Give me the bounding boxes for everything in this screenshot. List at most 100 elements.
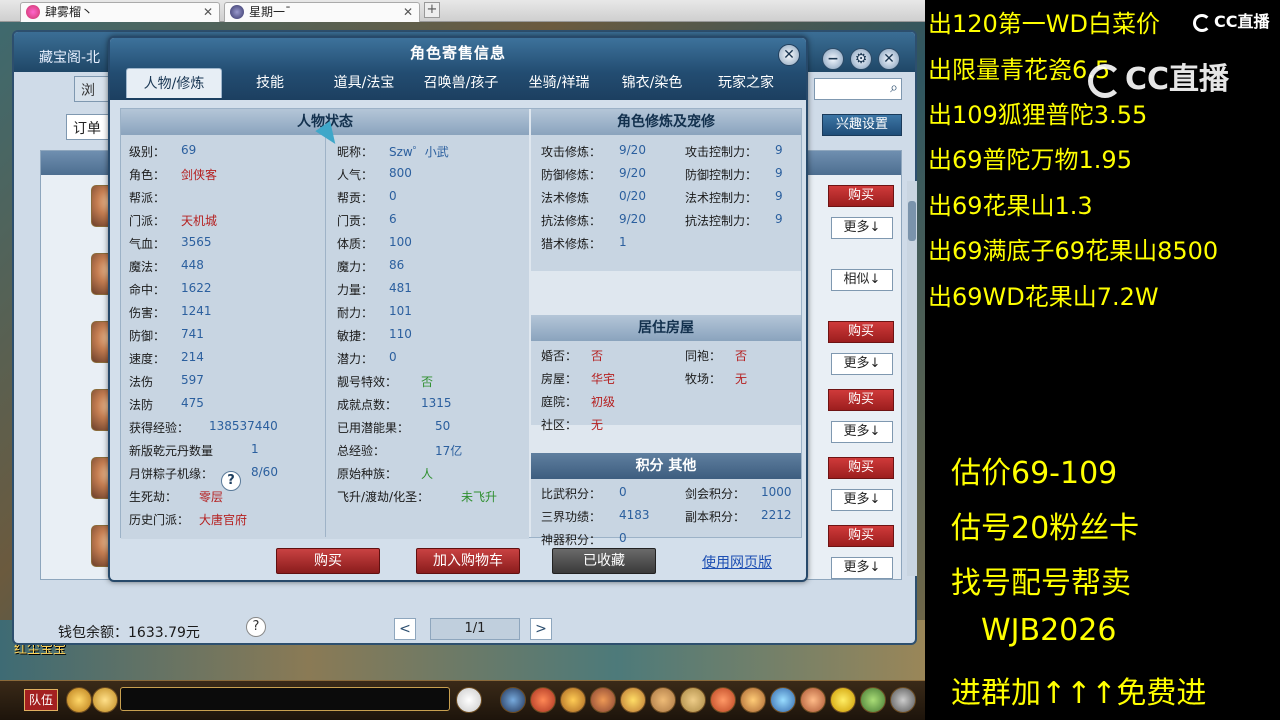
stat-value: 50	[435, 419, 451, 433]
stat-label: 耐力：	[337, 306, 374, 320]
buy-button[interactable]: 购买	[828, 457, 894, 479]
more-button[interactable]: 更多↓	[831, 353, 893, 375]
stat-value: 69	[181, 143, 197, 157]
stat-value: 8/60	[251, 465, 278, 479]
gift-icon[interactable]	[650, 687, 676, 713]
browser-tab-title: 肆雾榴丶	[45, 5, 94, 19]
stat-value: 597	[181, 373, 204, 387]
cc-logo-text: CC直播	[1214, 12, 1270, 31]
listing-scrollbar[interactable]	[907, 181, 917, 576]
cc-live-logo-small: CC直播	[1193, 8, 1270, 32]
stat-label: 总经验：	[337, 444, 386, 458]
tab-player-home[interactable]: 玩家之家	[702, 68, 790, 98]
points-label: 副本积分：	[685, 510, 746, 524]
cultivation-value: 9	[775, 166, 783, 180]
favorited-button[interactable]: 已收藏	[552, 548, 656, 574]
stat-value: 6	[389, 212, 397, 226]
more-button[interactable]: 更多↓	[831, 421, 893, 443]
arrow-icon[interactable]	[770, 687, 796, 713]
stat-value: 未飞升	[461, 490, 498, 504]
stat-value: 448	[181, 258, 204, 272]
stat-label: 气血：	[129, 237, 166, 251]
cultivation-header: 角色修炼及宠修	[531, 109, 801, 135]
stat-label: 获得经验：	[129, 421, 190, 435]
stat-label: 飞升/渡劫/化圣：	[337, 490, 430, 504]
skill-icon[interactable]	[590, 687, 616, 713]
market-search-input[interactable]: ⌕	[814, 78, 902, 100]
team-button[interactable]: 队伍	[24, 689, 58, 711]
similar-button[interactable]: 相似↓	[831, 269, 893, 291]
stream-overlay: 出120第一WD白菜价 出限量青花瓷6.5 出109狐狸普陀3.55 出69普陀…	[925, 0, 1280, 720]
page-indicator: 1/1	[430, 618, 520, 640]
tab-character-cultivation[interactable]: 人物/修炼	[126, 68, 222, 98]
tool-icon[interactable]	[500, 687, 526, 713]
cc-logo-text: CC直播	[1125, 62, 1230, 97]
more-button[interactable]: 更多↓	[831, 489, 893, 511]
friend-icon[interactable]	[620, 687, 646, 713]
buy-button[interactable]: 购买	[828, 185, 894, 207]
gear-icon[interactable]: ⚙	[850, 48, 872, 70]
bag-icon[interactable]	[530, 687, 556, 713]
browser-tab-2[interactable]: 星期一ˉ ✕	[224, 2, 420, 22]
buy-button[interactable]: 购买	[276, 548, 380, 574]
new-tab-icon[interactable]: +	[424, 2, 440, 18]
detail-footer: 购买 加入购物车 已收藏 使用网页版	[120, 540, 802, 580]
tab-pets[interactable]: 召唤兽/孩子	[412, 68, 510, 98]
stat-label: 门贡：	[337, 214, 374, 228]
buy-button[interactable]: 购买	[828, 525, 894, 547]
add-to-cart-button[interactable]: 加入购物车	[416, 548, 520, 574]
browser-tab-1[interactable]: 肆雾榴丶 ✕	[20, 2, 220, 22]
cultivation-label: 防御控制力：	[685, 168, 758, 182]
points-value: 4183	[619, 508, 650, 522]
tab-mounts[interactable]: 坐骑/祥瑞	[514, 68, 604, 98]
tab-items[interactable]: 道具/法宝	[322, 68, 406, 98]
help-icon[interactable]: ?	[221, 471, 241, 491]
chat-input[interactable]	[120, 687, 450, 711]
next-page-button[interactable]: >	[530, 618, 552, 640]
help-icon[interactable]: ?	[246, 617, 266, 637]
tab-outfits[interactable]: 锦衣/染色	[610, 68, 694, 98]
web-version-link[interactable]: 使用网页版	[702, 552, 772, 572]
pet-icon[interactable]	[456, 687, 482, 713]
cultivation-label: 攻击修炼：	[541, 145, 602, 159]
column-divider	[325, 137, 326, 537]
close-icon[interactable]: ✕	[778, 44, 800, 66]
points-label: 剑会积分：	[685, 487, 746, 501]
tab-close-icon[interactable]: ✕	[203, 3, 213, 21]
settings-icon[interactable]	[890, 687, 916, 713]
interest-settings-button[interactable]: 兴趣设置	[822, 114, 902, 136]
scrollbar-thumb[interactable]	[908, 201, 916, 241]
minimize-icon[interactable]: −	[822, 48, 844, 70]
microphone-icon[interactable]	[66, 687, 92, 713]
stat-value: 1622	[181, 281, 212, 295]
chat-bubble-icon[interactable]	[92, 687, 118, 713]
tab-skills[interactable]: 技能	[230, 68, 310, 98]
tab-close-icon[interactable]: ✕	[403, 3, 413, 21]
more-button[interactable]: 更多↓	[831, 217, 893, 239]
prev-page-button[interactable]: <	[394, 618, 416, 640]
smiley-icon[interactable]	[830, 687, 856, 713]
shell-icon[interactable]	[800, 687, 826, 713]
stat-value: 138537440	[209, 419, 278, 433]
more-button[interactable]: 更多↓	[831, 557, 893, 579]
cultivation-value: 9	[775, 212, 783, 226]
stat-value: 481	[389, 281, 412, 295]
stat-label: 靓号特效：	[337, 375, 398, 389]
bell-icon[interactable]	[740, 687, 766, 713]
close-icon[interactable]: ✕	[878, 48, 900, 70]
stat-label: 魔法：	[129, 260, 166, 274]
buy-button[interactable]: 购买	[828, 321, 894, 343]
system-icon[interactable]	[860, 687, 886, 713]
stat-label: 成就点数：	[337, 398, 398, 412]
task-icon[interactable]	[560, 687, 586, 713]
scroll-icon[interactable]	[680, 687, 706, 713]
horn-icon[interactable]	[710, 687, 736, 713]
house-value: 初级	[591, 395, 616, 409]
buy-button[interactable]: 购买	[828, 389, 894, 411]
search-icon[interactable]: ⌕	[890, 80, 898, 96]
stat-label: 门派：	[129, 214, 166, 228]
house-label: 牧场：	[685, 372, 722, 386]
house-value: 否	[591, 349, 604, 363]
stat-label: 力量：	[337, 283, 374, 297]
stat-value: 101	[389, 304, 412, 318]
